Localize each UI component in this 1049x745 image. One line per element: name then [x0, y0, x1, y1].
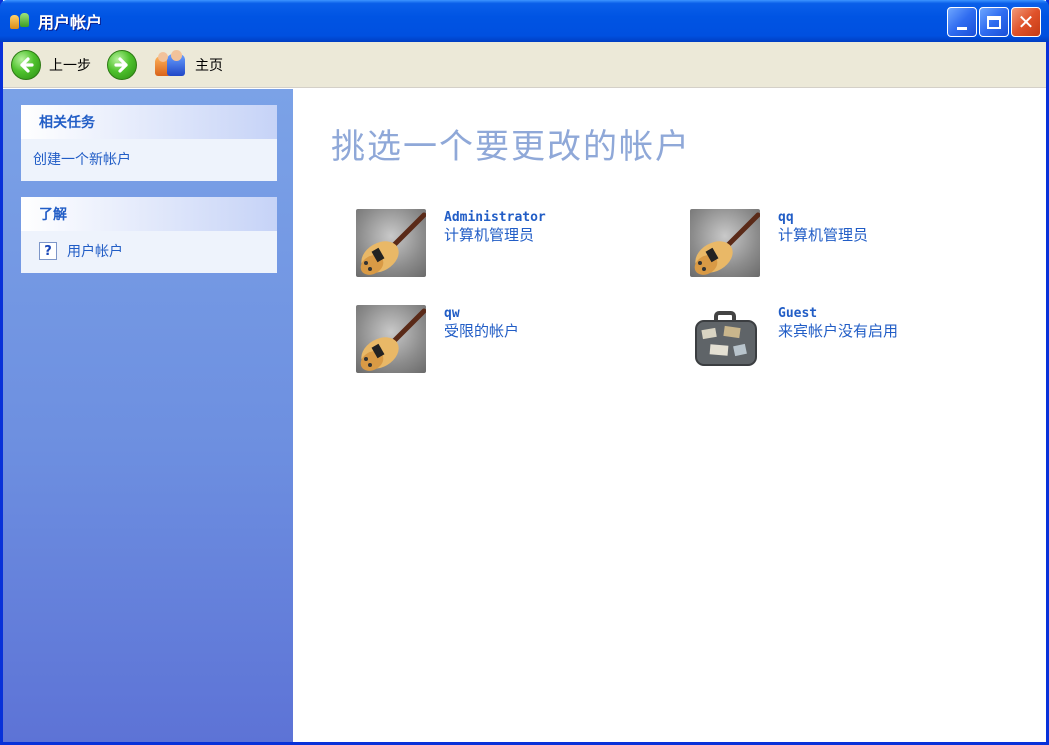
user-accounts-help-link[interactable]: ? 用户帐户	[33, 239, 265, 263]
suitcase-avatar-icon	[690, 305, 760, 373]
account-name: Guest	[778, 306, 818, 321]
help-icon: ?	[39, 242, 57, 260]
home-label: 主页	[195, 57, 223, 74]
back-button[interactable]: 上一步	[11, 49, 91, 80]
account-name: qw	[444, 306, 460, 321]
toolbar: 上一步 主页	[3, 42, 1046, 88]
account-guest[interactable]: Guest 来宾帐户没有启用	[690, 305, 990, 373]
user-accounts-window: 用户帐户 ✕ 上一步 主页 相关任务 创建一个新帐户 了解 ? 用户帐户 挑选一…	[0, 0, 1049, 745]
guitar-avatar-icon	[356, 209, 426, 277]
learn-title[interactable]: 了解	[21, 197, 277, 231]
related-tasks-title[interactable]: 相关任务	[21, 105, 277, 139]
sidebar: 相关任务 创建一个新帐户 了解 ? 用户帐户	[3, 89, 293, 742]
guitar-avatar-icon	[690, 209, 760, 277]
account-role: 计算机管理员	[778, 226, 869, 244]
maximize-icon	[987, 15, 1001, 29]
learn-panel: 了解 ? 用户帐户	[21, 197, 277, 273]
page-title: 挑选一个要更改的帐户	[331, 127, 691, 167]
account-name: Administrator	[444, 210, 546, 225]
close-button[interactable]: ✕	[1011, 7, 1041, 37]
back-label: 上一步	[49, 57, 91, 74]
account-administrator[interactable]: Administrator 计算机管理员	[356, 209, 656, 277]
maximize-button[interactable]	[979, 7, 1009, 37]
create-account-link[interactable]: 创建一个新帐户	[33, 147, 265, 171]
minimize-icon	[957, 26, 967, 30]
close-icon: ✕	[1017, 10, 1035, 34]
account-role: 计算机管理员	[444, 226, 535, 244]
title-bar[interactable]: 用户帐户 ✕	[0, 0, 1049, 42]
forward-button[interactable]	[107, 49, 137, 80]
account-role: 受限的帐户	[444, 322, 520, 340]
main-content: 挑选一个要更改的帐户 Administrator 计算机管理员 qq 计算机管理…	[293, 89, 1046, 742]
minimize-button[interactable]	[947, 7, 977, 37]
account-qq[interactable]: qq 计算机管理员	[690, 209, 990, 277]
related-tasks-panel: 相关任务 创建一个新帐户	[21, 105, 277, 181]
guitar-avatar-icon	[356, 305, 426, 373]
account-qw[interactable]: qw 受限的帐户	[356, 305, 656, 373]
user-accounts-help-label: 用户帐户	[67, 244, 123, 260]
back-arrow-icon	[11, 49, 41, 80]
users-home-icon	[153, 49, 187, 78]
window-title: 用户帐户	[38, 13, 103, 32]
user-accounts-icon	[10, 11, 32, 31]
account-name: qq	[778, 210, 794, 225]
home-button[interactable]: 主页	[153, 49, 223, 78]
forward-arrow-icon	[107, 49, 137, 80]
account-role: 来宾帐户没有启用	[778, 322, 899, 340]
window-controls: ✕	[947, 7, 1041, 37]
